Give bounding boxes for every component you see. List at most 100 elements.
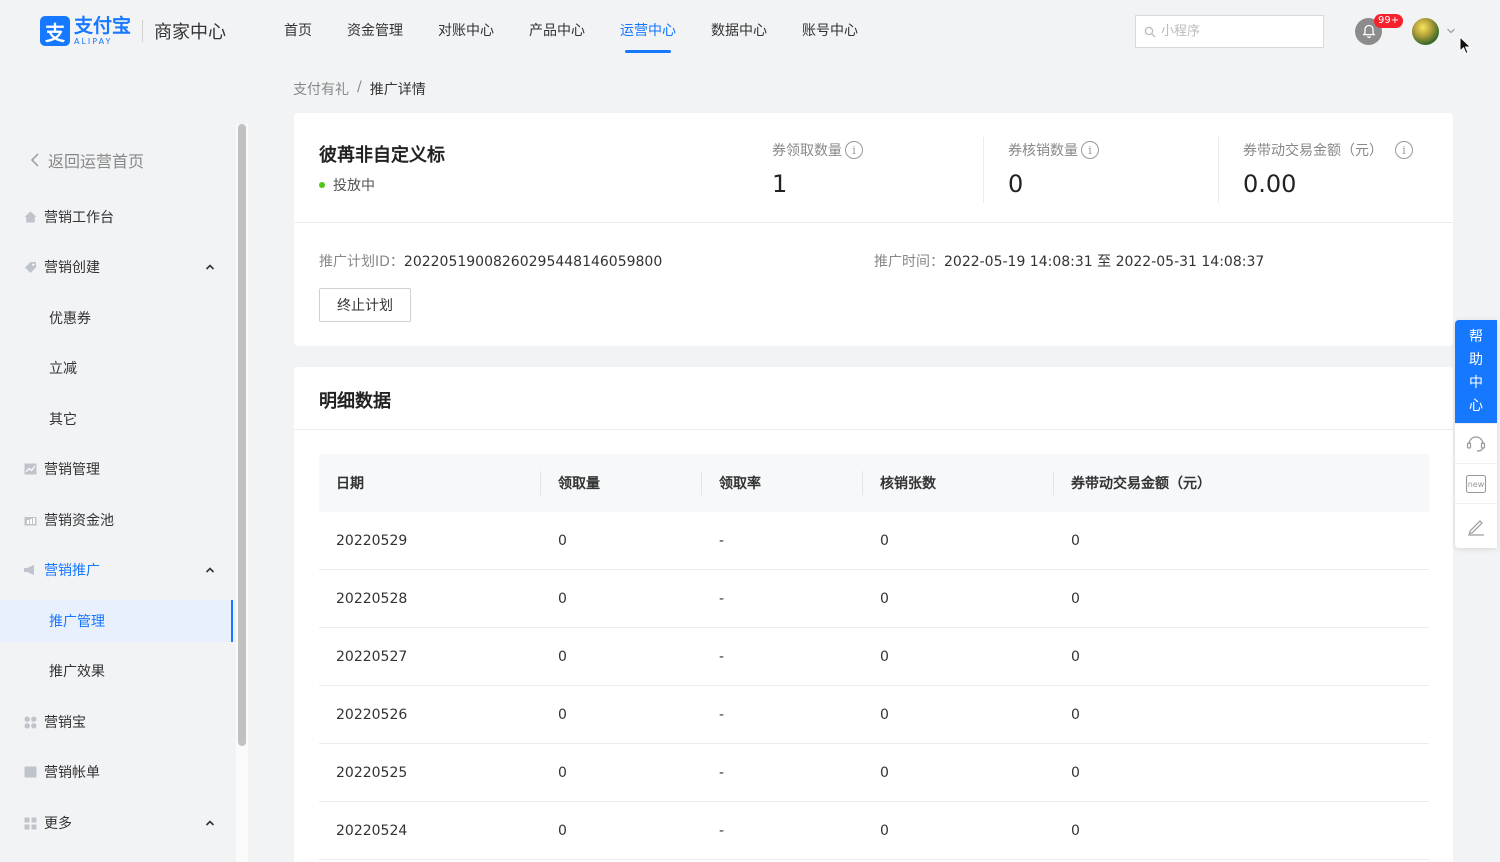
apps-icon — [23, 715, 37, 729]
sidebar-scrollbar[interactable] — [238, 124, 246, 746]
promotion-time-value: 2022-05-19 14:08:31 至 2022-05-31 14:08:3… — [944, 254, 1265, 270]
nav-home[interactable]: 首页 — [284, 0, 312, 62]
search-box[interactable] — [1135, 15, 1324, 48]
customer-service-button[interactable] — [1455, 423, 1497, 463]
nav-operations[interactable]: 运营中心 — [620, 0, 676, 62]
promotion-time-label: 推广时间： — [874, 254, 944, 270]
detail-data-card: 明细数据 日期 领取量 领取率 核销张数 券带动交易金额（元） 20220529… — [294, 367, 1453, 862]
metric-label: 券领取数量 — [772, 143, 842, 159]
sidebar-item-label: 营销推广 — [44, 563, 100, 579]
sidebar-item-other[interactable]: 其它 — [0, 398, 235, 440]
mouse-cursor-icon — [1459, 36, 1472, 55]
cell-redeemed: 0 — [880, 648, 889, 665]
info-icon[interactable]: i — [1081, 141, 1099, 159]
whats-new-button[interactable]: new — [1455, 463, 1497, 503]
cell-redeemed: 0 — [880, 764, 889, 781]
cell-rate: - — [719, 764, 725, 781]
cell-redeemed: 0 — [880, 532, 889, 549]
help-char: 中 — [1469, 374, 1483, 391]
chevron-up-icon — [205, 264, 215, 270]
nav-data[interactable]: 数据中心 — [711, 0, 767, 62]
cell-received: 0 — [558, 590, 567, 607]
sidebar-item-fund-pool[interactable]: 营销资金池 — [0, 499, 235, 541]
notification-badge: 99+ — [1374, 14, 1404, 28]
cell-rate: - — [719, 590, 725, 607]
sidebar-item-label: 优惠券 — [49, 311, 91, 327]
breadcrumb-parent[interactable]: 支付有礼 — [293, 79, 349, 99]
bell-icon — [1362, 24, 1375, 38]
column-header-redeemed: 核销张数 — [880, 476, 936, 492]
back-to-operations-link[interactable]: 返回运营首页 — [30, 148, 144, 172]
status-text: 投放中 — [333, 178, 375, 194]
card-divider — [294, 222, 1453, 223]
sidebar-item-label: 其它 — [49, 412, 77, 428]
table-header: 日期 领取量 领取率 核销张数 券带动交易金额（元） — [319, 454, 1429, 512]
metric-amount: 券带动交易金额（元） i 0.00 — [1243, 140, 1413, 198]
search-input[interactable] — [1161, 24, 1311, 39]
sidebar-item-promotion-effect[interactable]: 推广效果 — [0, 650, 235, 692]
sidebar-item-marketing-treasure[interactable]: 营销宝 — [0, 701, 235, 743]
metric-label: 券带动交易金额（元） — [1243, 143, 1383, 159]
info-icon[interactable]: i — [1395, 141, 1413, 159]
detail-table: 日期 领取量 领取率 核销张数 券带动交易金额（元） 20220529 0 - … — [319, 454, 1429, 860]
cell-redeemed: 0 — [880, 822, 889, 839]
nav-products[interactable]: 产品中心 — [529, 0, 585, 62]
sidebar-item-label: 营销宝 — [44, 715, 86, 731]
info-icon[interactable]: i — [845, 141, 863, 159]
promotion-time-field: 推广时间：2022-05-19 14:08:31 至 2022-05-31 14… — [874, 251, 1264, 271]
metric-received: 券领取数量 i 1 — [772, 140, 863, 198]
nav-reconciliation[interactable]: 对账中心 — [438, 0, 494, 62]
alipay-logo[interactable]: 支 支付宝 ALIPAY 商家中心 — [40, 16, 226, 46]
column-separator — [1053, 471, 1054, 495]
cell-received: 0 — [558, 706, 567, 723]
alipay-logo-icon: 支 — [40, 16, 70, 46]
back-link-label: 返回运营首页 — [48, 152, 145, 171]
metric-value: 0 — [1008, 170, 1024, 198]
sidebar-item-instant-discount[interactable]: 立减 — [0, 347, 235, 389]
sidebar-item-label: 立减 — [49, 361, 77, 377]
svg-text:new: new — [1468, 480, 1485, 489]
help-char: 心 — [1469, 397, 1483, 414]
cell-amount: 0 — [1071, 764, 1080, 781]
cell-redeemed: 0 — [880, 590, 889, 607]
sidebar-item-label: 更多 — [44, 816, 72, 832]
help-widget: 帮 助 中 心 new — [1455, 320, 1497, 548]
cell-rate: - — [719, 822, 725, 839]
avatar[interactable] — [1412, 18, 1439, 45]
sidebar-item-promotion[interactable]: 营销推广 — [0, 549, 235, 591]
cell-date: 20220528 — [336, 590, 408, 607]
cell-redeemed: 0 — [880, 706, 889, 723]
plan-id-label: 推广计划ID： — [319, 254, 404, 270]
cell-received: 0 — [558, 648, 567, 665]
sidebar-item-label: 营销创建 — [44, 260, 100, 276]
cell-received: 0 — [558, 822, 567, 839]
chevron-down-icon[interactable] — [1446, 26, 1456, 36]
cell-amount: 0 — [1071, 822, 1080, 839]
column-header-date: 日期 — [336, 476, 364, 492]
sidebar-item-manage[interactable]: 营销管理 — [0, 448, 235, 490]
sidebar-item-promotion-manage[interactable]: 推广管理 — [0, 600, 235, 642]
sidebar-item-label: 推广管理 — [49, 614, 105, 630]
cell-date: 20220524 — [336, 822, 408, 839]
column-header-rate: 领取率 — [719, 476, 761, 492]
status-badge: 投放中 — [319, 175, 375, 195]
nav-account[interactable]: 账号中心 — [802, 0, 858, 62]
cell-received: 0 — [558, 764, 567, 781]
cell-date: 20220525 — [336, 764, 408, 781]
stop-plan-button[interactable]: 终止计划 — [319, 288, 411, 322]
help-center-button[interactable]: 帮 助 中 心 — [1455, 320, 1497, 423]
sidebar-item-more[interactable]: 更多 — [0, 802, 235, 844]
tag-icon — [23, 260, 37, 274]
sidebar-item-coupon[interactable]: 优惠券 — [0, 297, 235, 339]
plan-id-field: 推广计划ID：20220519008260295448146059800 — [319, 251, 662, 271]
cell-rate: - — [719, 706, 725, 723]
feedback-button[interactable] — [1455, 503, 1497, 548]
main-nav: 首页 资金管理 对账中心 产品中心 运营中心 数据中心 账号中心 — [284, 0, 893, 62]
chevron-up-icon — [205, 820, 215, 826]
sidebar-item-workbench[interactable]: 营销工作台 — [0, 196, 235, 238]
logo-cn: 支付宝 — [74, 14, 132, 37]
sidebar-item-create[interactable]: 营销创建 — [0, 246, 235, 288]
nav-funds[interactable]: 资金管理 — [347, 0, 403, 62]
metric-label: 券核销数量 — [1008, 143, 1078, 159]
sidebar-item-bill[interactable]: 营销帐单 — [0, 751, 235, 793]
